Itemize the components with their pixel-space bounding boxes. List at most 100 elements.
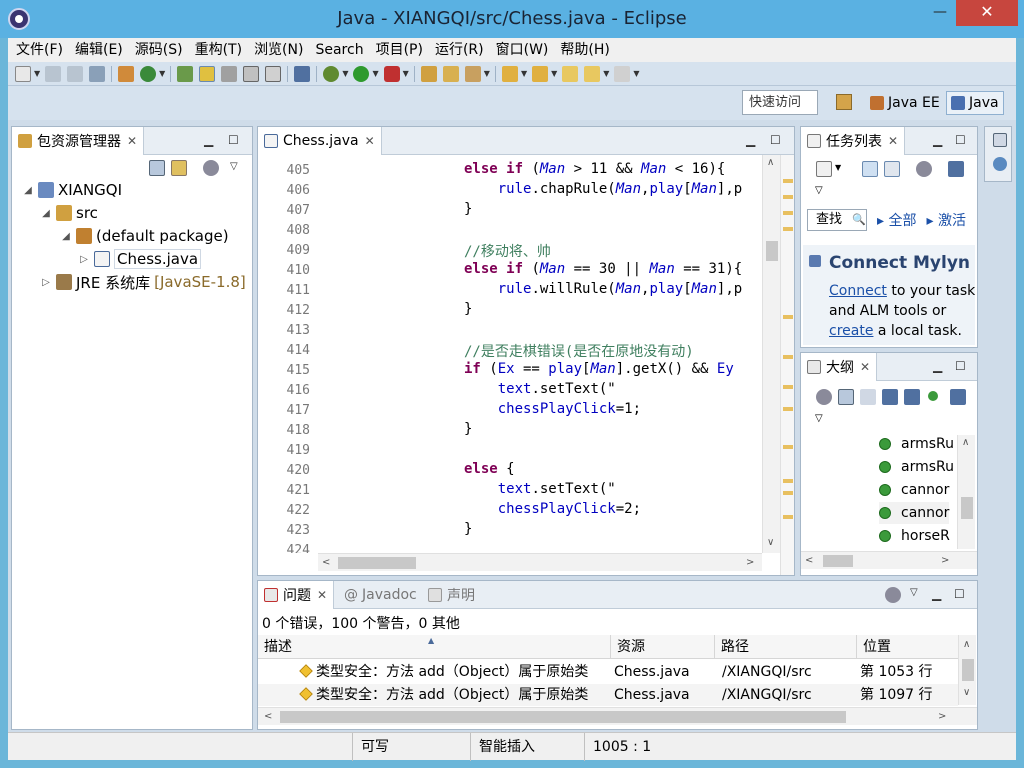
hide-local-types-icon[interactable] — [950, 389, 966, 405]
minimize-view-icon[interactable]: ▁ — [204, 133, 213, 147]
warning-marker[interactable] — [783, 491, 793, 495]
scroll-left-icon[interactable]: < — [322, 557, 330, 568]
maximize-view-icon[interactable]: ☐ — [955, 133, 966, 147]
editor-vertical-scrollbar[interactable]: ∧ ∨ — [762, 155, 780, 553]
warning-marker[interactable] — [783, 195, 793, 199]
tree-item-project[interactable]: ◢ XIANGQI — [22, 179, 122, 201]
problems-vertical-scrollbar[interactable]: ∧ ∨ — [958, 635, 976, 705]
view-menu-icon[interactable]: ▽ — [815, 413, 823, 424]
menu-window[interactable]: 窗口(W) — [490, 38, 555, 62]
scroll-right-icon[interactable]: > — [941, 555, 949, 566]
maximize-view-icon[interactable]: ☐ — [770, 133, 781, 147]
connect-link[interactable]: Connect — [829, 283, 887, 299]
tree-item-src[interactable]: ◢ src — [40, 202, 98, 224]
restore-icon[interactable] — [993, 133, 1007, 147]
new-task-icon[interactable] — [816, 161, 832, 177]
overview-ruler[interactable] — [780, 155, 794, 575]
menu-navigate[interactable]: 浏览(N) — [248, 38, 309, 62]
open-task-icon[interactable] — [442, 65, 459, 82]
tree-item-default-package[interactable]: ◢ (default package) — [60, 225, 228, 247]
close-icon[interactable]: ✕ — [860, 360, 870, 374]
search-tool-icon[interactable] — [464, 65, 481, 82]
scroll-up-icon[interactable]: ∧ — [963, 639, 970, 650]
code-area[interactable]: 405 406 407 408 409 410 411 412 413 414 415 416 417 4… — [258, 155, 762, 553]
scroll-right-icon[interactable]: > — [938, 711, 946, 722]
column-location[interactable]: 位置 — [856, 635, 958, 659]
view-menu-icon[interactable]: ▽ — [910, 587, 918, 598]
menu-project[interactable]: 项目(P) — [370, 38, 429, 62]
focus-active-task-icon[interactable] — [203, 160, 219, 176]
menu-edit[interactable]: 编辑(E) — [69, 38, 129, 62]
back-icon[interactable] — [584, 65, 601, 82]
run-dropdown-icon[interactable]: ▼ — [372, 69, 378, 78]
menu-refactor[interactable]: 重构(T) — [189, 38, 248, 62]
new-dropdown-icon[interactable]: ▼ — [34, 69, 40, 78]
perspective-java-ee[interactable]: Java EE — [866, 91, 944, 115]
new-class-dropdown-icon[interactable]: ▼ — [159, 69, 165, 78]
outline-method-item[interactable]: armsRu — [879, 456, 954, 478]
tree-item-chess-java[interactable]: ▷ Chess.java — [78, 248, 202, 270]
toggle-block-selection-icon[interactable] — [221, 65, 238, 82]
expanded-icon[interactable]: ◢ — [60, 231, 72, 242]
quick-access-field[interactable]: 快速访问 — [742, 90, 818, 115]
warning-marker[interactable] — [783, 211, 793, 215]
print-icon[interactable] — [89, 65, 106, 82]
filter-active-link[interactable]: ▸ 激活 — [926, 210, 965, 230]
scroll-down-icon[interactable]: ∨ — [767, 537, 774, 548]
minimize-view-icon[interactable]: ▁ — [933, 359, 942, 373]
open-perspective-icon[interactable] — [836, 94, 852, 110]
minimize-view-icon[interactable]: ▁ — [933, 133, 942, 147]
column-resource[interactable]: 资源 — [610, 635, 714, 659]
prev-annotation-icon[interactable] — [532, 65, 549, 82]
new-task-dropdown-icon[interactable]: ▼ — [835, 163, 841, 172]
maximize-view-icon[interactable]: ☐ — [954, 587, 965, 601]
collapse-all-icon[interactable] — [149, 160, 165, 176]
run-icon[interactable] — [353, 65, 370, 82]
outline-method-item[interactable]: cannor — [879, 479, 949, 501]
sort-icon[interactable] — [860, 389, 876, 405]
categorized-icon[interactable] — [862, 161, 878, 177]
tab-outline[interactable]: 大纲 ✕ — [801, 353, 878, 381]
scroll-up-icon[interactable]: ∧ — [767, 157, 774, 168]
tree-item-jre[interactable]: ▷ JRE 系统库 [JavaSE-1.8] — [40, 271, 246, 293]
table-row[interactable]: 类型安全：方法 add（Object）属于原始类 Chess.java/XIANG… — [258, 661, 958, 683]
editor-horizontal-scrollbar[interactable]: < > — [318, 553, 762, 571]
close-icon[interactable]: ✕ — [888, 134, 898, 148]
warning-marker[interactable] — [783, 445, 793, 449]
scroll-thumb[interactable] — [280, 711, 846, 723]
show-whitespace-icon[interactable] — [243, 65, 260, 82]
save-all-icon[interactable] — [67, 65, 84, 82]
scroll-thumb[interactable] — [962, 659, 974, 681]
hide-non-public-icon[interactable] — [928, 391, 938, 401]
outline-method-item[interactable]: horseR — [879, 525, 950, 547]
warning-marker[interactable] — [783, 179, 793, 183]
minimize-view-icon[interactable]: ▁ — [746, 133, 755, 147]
minimize-view-icon[interactable]: ▁ — [932, 587, 941, 601]
close-button[interactable]: ✕ — [956, 0, 1018, 26]
prev-annotation-dropdown-icon[interactable]: ▼ — [551, 69, 557, 78]
expanded-icon[interactable]: ◢ — [40, 208, 52, 219]
scheduled-icon[interactable] — [884, 161, 900, 177]
scroll-thumb[interactable] — [766, 241, 778, 261]
scroll-thumb[interactable] — [338, 557, 416, 569]
warning-marker[interactable] — [783, 385, 793, 389]
outline-horizontal-scrollbar[interactable]: < > — [801, 551, 977, 569]
warning-marker[interactable] — [783, 355, 793, 359]
next-annotation-icon[interactable] — [501, 65, 518, 82]
table-row[interactable]: 类型安全：方法 add（Object）属于原始类 Chess.java/XIANG… — [258, 684, 958, 706]
tab-declaration[interactable]: 声明 — [428, 581, 475, 609]
perspective-java[interactable]: Java — [946, 91, 1004, 115]
menu-run[interactable]: 运行(R) — [429, 38, 490, 62]
menu-file[interactable]: 文件(F) — [10, 38, 69, 62]
scroll-thumb[interactable] — [823, 555, 853, 567]
filter-all-link[interactable]: ▸ 全部 — [877, 210, 916, 230]
skip-breakpoints-icon[interactable] — [294, 65, 311, 82]
collapse-all-icon[interactable] — [838, 389, 854, 405]
open-folder-icon[interactable] — [420, 65, 437, 82]
warning-marker[interactable] — [783, 515, 793, 519]
outline-vertical-scrollbar[interactable]: ∧ — [957, 435, 975, 549]
tab-task-list[interactable]: 任务列表 ✕ — [801, 127, 906, 155]
focus-icon[interactable] — [916, 161, 932, 177]
new-icon[interactable] — [15, 65, 31, 82]
debug-icon[interactable] — [323, 65, 340, 82]
